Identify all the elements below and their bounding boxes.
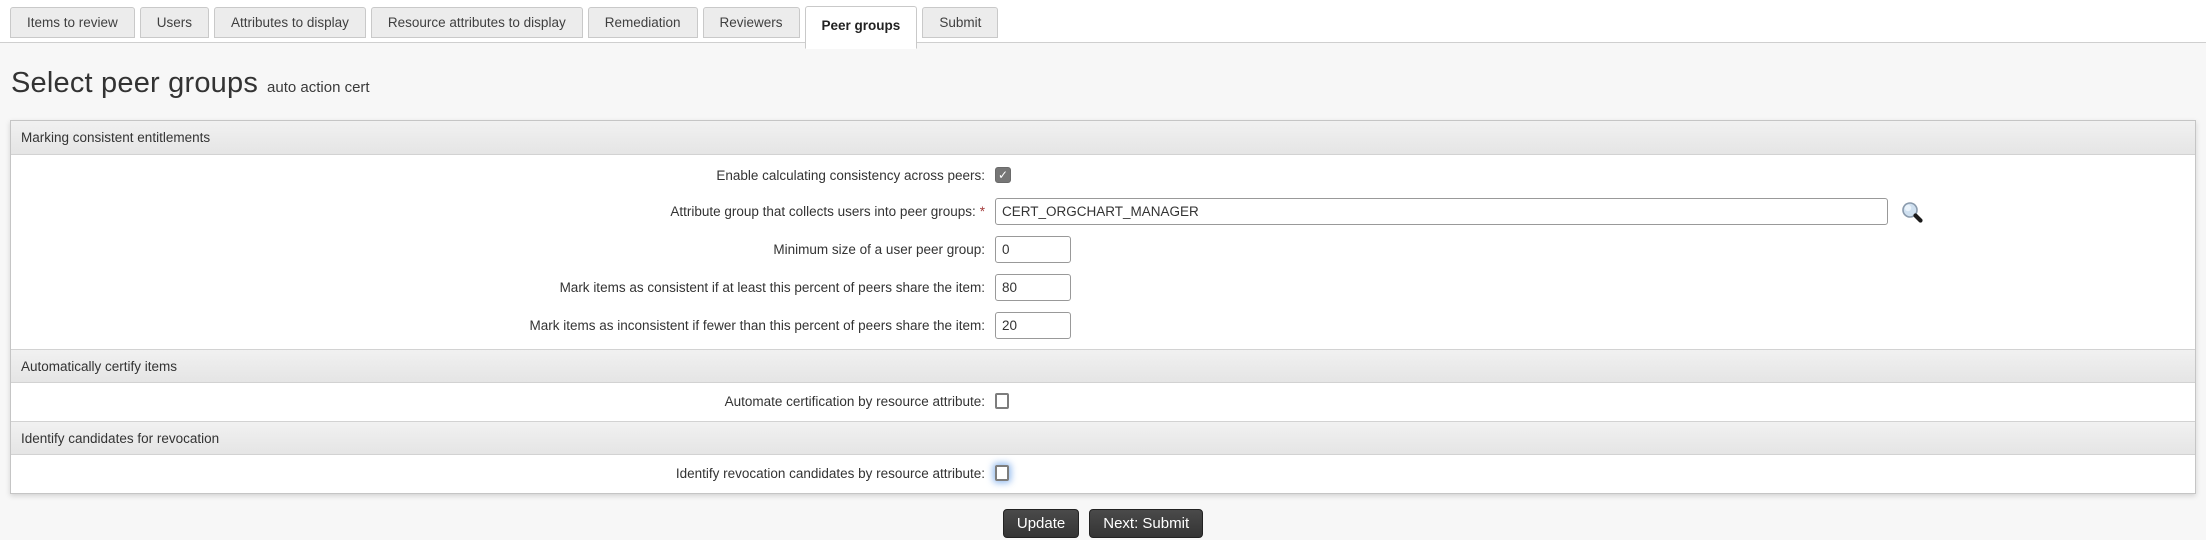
- automate-certification-label: Automate certification by resource attri…: [11, 394, 985, 409]
- enable-consistency-label: Enable calculating consistency across pe…: [11, 168, 985, 183]
- next-submit-button[interactable]: Next: Submit: [1089, 509, 1203, 538]
- inconsistent-percent-label: Mark items as inconsistent if fewer than…: [11, 318, 985, 333]
- peer-groups-panel: Marking consistent entitlements Enable c…: [10, 120, 2196, 494]
- search-icon[interactable]: [1900, 200, 1924, 224]
- tab-resource-attributes-to-display[interactable]: Resource attributes to display: [371, 7, 583, 38]
- auto-certify-section-body: Automate certification by resource attri…: [11, 383, 2195, 421]
- page-title: Select peer groups: [11, 67, 258, 100]
- marking-section-body: Enable calculating consistency across pe…: [11, 155, 2195, 349]
- page-subtitle: auto action cert: [267, 79, 370, 96]
- section-identify-candidates-for-revocation: Identify candidates for revocation: [11, 421, 2195, 455]
- attribute-group-label-text: Attribute group that collects users into…: [670, 204, 975, 219]
- inconsistent-percent-input[interactable]: [995, 312, 1071, 339]
- row-identify-revocation: Identify revocation candidates by resour…: [11, 461, 2195, 485]
- consistent-percent-label: Mark items as consistent if at least thi…: [11, 280, 985, 295]
- min-peer-group-size-label: Minimum size of a user peer group:: [11, 242, 985, 257]
- row-consistent-percent: Mark items as consistent if at least thi…: [11, 274, 2195, 301]
- row-attribute-group: Attribute group that collects users into…: [11, 198, 2195, 225]
- tab-submit[interactable]: Submit: [922, 7, 998, 38]
- tab-reviewers[interactable]: Reviewers: [703, 7, 800, 38]
- tab-items-to-review[interactable]: Items to review: [10, 7, 135, 38]
- required-asterisk: *: [980, 204, 985, 219]
- check-icon: ✓: [998, 168, 1008, 182]
- tab-attributes-to-display[interactable]: Attributes to display: [214, 7, 366, 38]
- enable-consistency-checkbox[interactable]: ✓: [995, 167, 1011, 183]
- form-actions: Update Next: Submit: [0, 509, 2206, 538]
- consistent-percent-input[interactable]: [995, 274, 1071, 301]
- section-marking-consistent-entitlements: Marking consistent entitlements: [11, 121, 2195, 155]
- row-inconsistent-percent: Mark items as inconsistent if fewer than…: [11, 312, 2195, 339]
- attribute-group-input[interactable]: [995, 198, 1888, 225]
- attribute-group-label: Attribute group that collects users into…: [11, 204, 985, 219]
- tab-peer-groups[interactable]: Peer groups: [805, 6, 918, 49]
- section-automatically-certify-items: Automatically certify items: [11, 349, 2195, 383]
- identify-revocation-checkbox[interactable]: [995, 465, 1009, 481]
- row-automate-certification: Automate certification by resource attri…: [11, 389, 2195, 413]
- tab-remediation[interactable]: Remediation: [588, 7, 698, 38]
- row-min-peer-group-size: Minimum size of a user peer group:: [11, 236, 2195, 263]
- update-button[interactable]: Update: [1003, 509, 1079, 538]
- identify-revocation-label: Identify revocation candidates by resour…: [11, 466, 985, 481]
- automate-certification-checkbox[interactable]: [995, 393, 1009, 409]
- tab-users[interactable]: Users: [140, 7, 209, 38]
- min-peer-group-size-input[interactable]: [995, 236, 1071, 263]
- revocation-section-body: Identify revocation candidates by resour…: [11, 455, 2195, 493]
- page-heading: Select peer groups auto action cert: [11, 67, 2206, 107]
- row-enable-consistency: Enable calculating consistency across pe…: [11, 163, 2195, 187]
- tab-bar: Items to review Users Attributes to disp…: [0, 0, 2206, 43]
